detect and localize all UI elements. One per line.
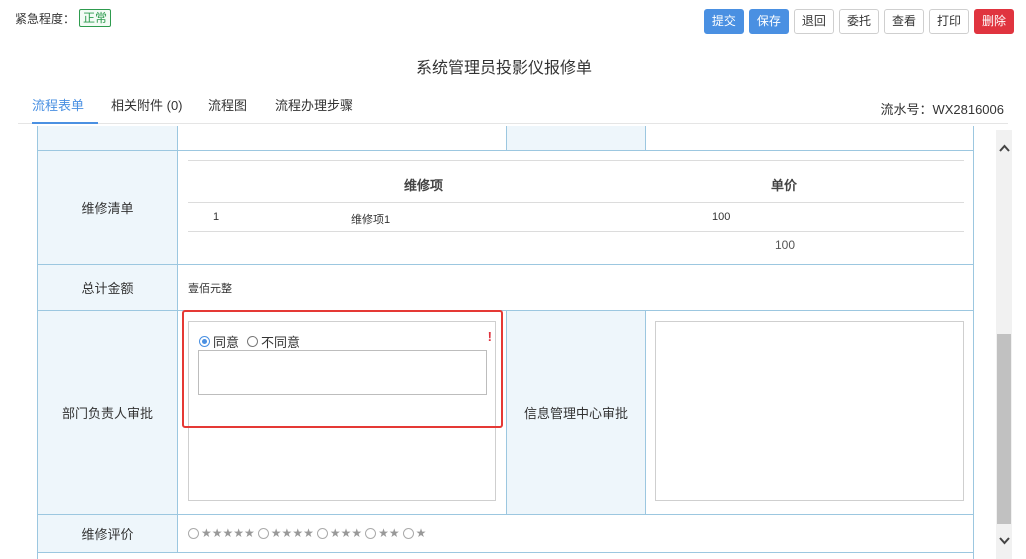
tab-attachments[interactable]: 相关附件 (0) — [111, 96, 183, 124]
repair-list-label: 维修清单 — [38, 151, 178, 264]
dept-approval-box: 同意 不同意 ! — [188, 321, 496, 501]
partial-label-cell — [38, 126, 178, 150]
header-item: 维修项 — [404, 178, 444, 193]
urgency-label: 紧急程度： — [15, 11, 76, 26]
row-item: 维修项1 — [351, 214, 391, 226]
vertical-scrollbar[interactable] — [996, 130, 1012, 559]
radio-unchecked-icon — [365, 527, 377, 539]
header-price: 单价 — [771, 178, 798, 193]
print-button[interactable]: 打印 — [928, 9, 969, 34]
radio-unchecked-icon — [316, 527, 328, 539]
rating-options: ★★★★★ ★★★★ ★★★ ★★ ★ — [188, 526, 426, 540]
agree-radio[interactable]: 同意 — [199, 332, 239, 351]
tab-flowchart[interactable]: 流程图 — [208, 96, 247, 124]
urgency-indicator: 紧急程度： 正常 — [15, 9, 112, 27]
urgency-badge[interactable]: 正常 — [79, 9, 112, 27]
repair-table: 维修项 单价 1 维修项1 100 100 — [188, 160, 964, 259]
row-no: 1 — [213, 211, 220, 223]
view-button[interactable]: 查看 — [883, 9, 924, 34]
table-row[interactable]: 1 维修项1 100 — [188, 203, 964, 232]
return-button[interactable]: 退回 — [793, 9, 834, 34]
form-area: 维修清单 维修项 单价 1 维修项1 100 100 总计金额 壹佰元整 部门负… — [37, 126, 974, 559]
radio-checked-icon — [199, 336, 210, 347]
tab-bar: 流程表单 相关附件 (0) 流程图 流程办理步骤 — [18, 96, 1008, 124]
dept-approval-label: 部门负责人审批 — [38, 311, 178, 514]
table-total-row: 100 — [188, 232, 964, 259]
approval-row: 部门负责人审批 同意 不同意 ! 信息管理中心审批 — [38, 311, 973, 515]
info-approval-label: 信息管理中心审批 — [506, 311, 646, 514]
radio-unchecked-icon — [188, 527, 199, 539]
delete-button[interactable]: 删除 — [973, 9, 1014, 34]
tab-process-form[interactable]: 流程表单 — [32, 96, 98, 124]
partial-row — [38, 126, 973, 151]
rating-option-2[interactable]: ★★ — [365, 526, 400, 540]
chevron-up-icon[interactable] — [996, 140, 1012, 156]
list-total: 100 — [775, 238, 796, 252]
save-button[interactable]: 保存 — [748, 9, 789, 34]
repair-table-header: 维修项 单价 — [188, 160, 964, 203]
form-title: 系统管理员投影仪报修单 — [415, 60, 592, 77]
total-amount-label: 总计金额 — [38, 265, 178, 310]
info-approval-box[interactable] — [655, 321, 964, 501]
radio-unchecked-icon — [402, 527, 414, 539]
required-icon: ! — [487, 329, 492, 344]
submit-button[interactable]: 提交 — [703, 9, 744, 34]
chevron-down-icon[interactable] — [996, 533, 1012, 549]
delegate-button[interactable]: 委托 — [838, 9, 879, 34]
rating-row: 维修评价 ★★★★★ ★★★★ ★★★ ★★ ★ — [38, 515, 973, 553]
rating-option-1[interactable]: ★ — [402, 526, 426, 540]
toolbar: 提交 保存 退回 委托 查看 打印 删除 — [703, 9, 1014, 34]
rating-option-4[interactable]: ★★★★ — [257, 526, 314, 540]
dept-opinion-input[interactable] — [198, 350, 487, 395]
rating-label: 维修评价 — [38, 515, 178, 552]
approval-options: 同意 不同意 — [199, 332, 300, 351]
total-amount-value: 壹佰元整 — [188, 283, 232, 295]
total-amount-row: 总计金额 壹佰元整 — [38, 265, 973, 311]
rating-option-5[interactable]: ★★★★★ — [188, 526, 255, 540]
radio-unchecked-icon — [257, 527, 269, 539]
scrollbar-thumb[interactable] — [997, 334, 1011, 524]
disagree-radio[interactable]: 不同意 — [247, 332, 300, 351]
radio-unchecked-icon — [247, 336, 259, 347]
partial-label-cell-2 — [506, 126, 646, 150]
row-price: 100 — [712, 211, 731, 223]
rating-option-3[interactable]: ★★★ — [316, 526, 362, 540]
tab-process-steps[interactable]: 流程办理步骤 — [275, 96, 353, 124]
repair-list-row: 维修清单 维修项 单价 1 维修项1 100 100 — [38, 151, 973, 265]
serial-number: 流水号：WX2816006 — [880, 102, 1004, 117]
